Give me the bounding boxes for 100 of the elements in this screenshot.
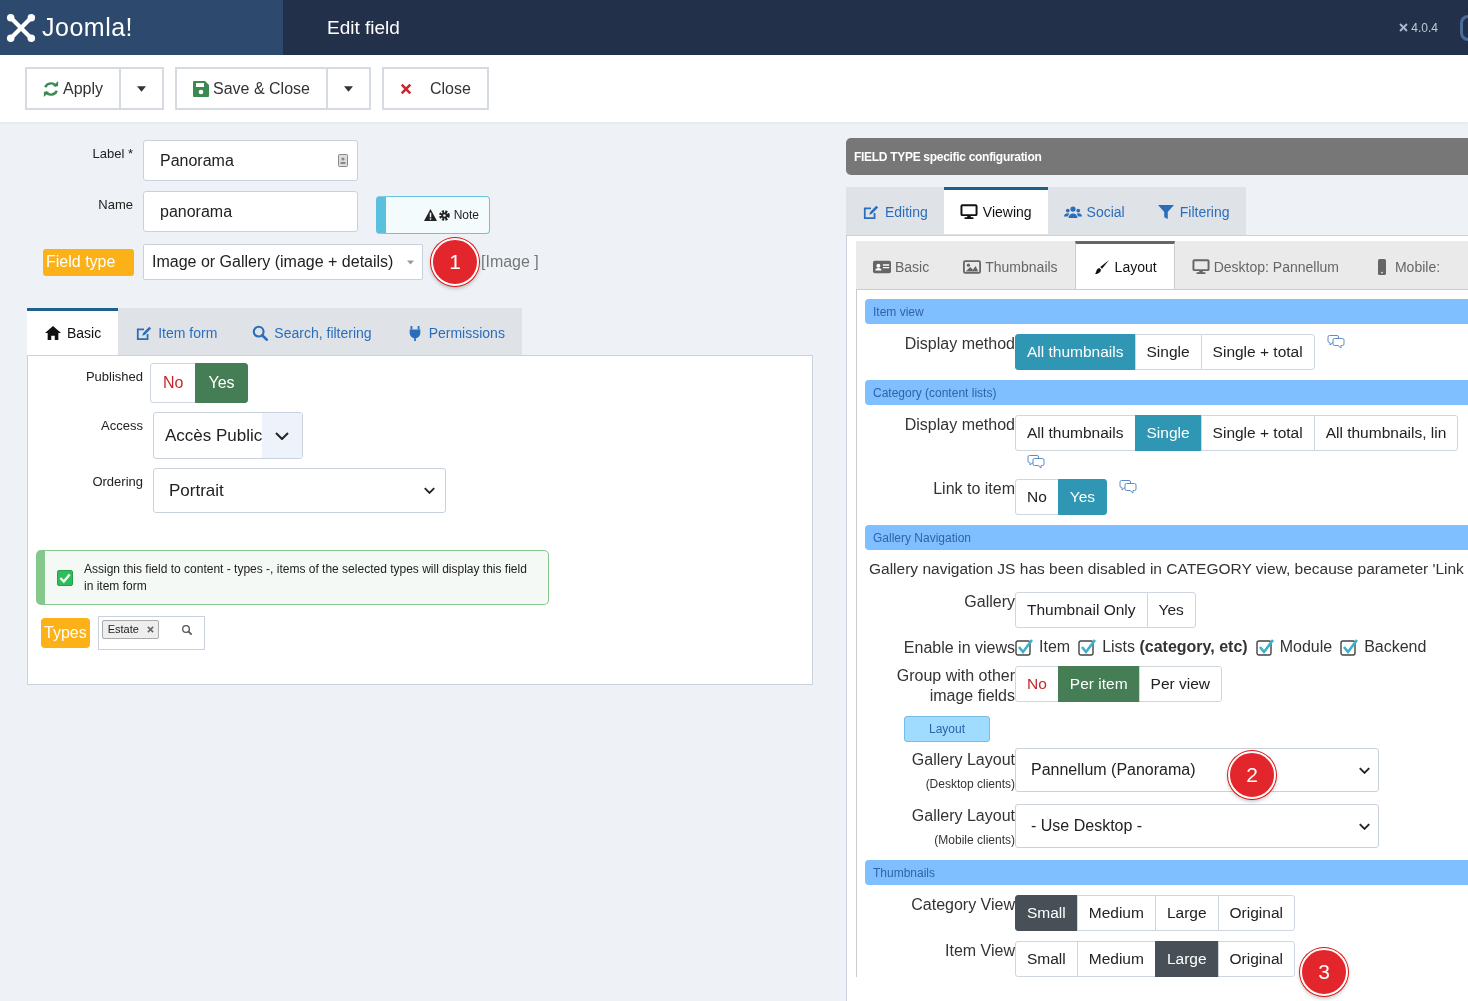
- field-sublabel: (Mobile clients): [934, 832, 1015, 849]
- checkbox-label: Item: [1039, 638, 1071, 656]
- field-label: Ordering: [91, 473, 143, 489]
- checkbox-label: Backend: [1364, 638, 1427, 656]
- toggle-option[interactable]: Per item: [1057, 666, 1140, 702]
- toggle-option[interactable]: Per view: [1138, 666, 1222, 702]
- version-label: 4.0.4: [1411, 20, 1438, 35]
- edit-icon: [862, 204, 880, 220]
- toggle-option[interactable]: Original: [1217, 895, 1295, 931]
- speech-bubbles-icon: [1027, 455, 1045, 469]
- text-field[interactable]: panorama: [143, 191, 358, 232]
- tag-input-field[interactable]: Estate: [97, 616, 205, 650]
- user-menu-icon[interactable]: [1460, 14, 1468, 41]
- tab[interactable]: Desktop: Pannellum: [1174, 241, 1356, 289]
- refresh-icon: [43, 80, 59, 97]
- search-icon[interactable]: [180, 624, 193, 636]
- toggle-option[interactable]: Large: [1154, 895, 1219, 931]
- toggle-option[interactable]: Large: [1154, 941, 1219, 977]
- types-badge: Types: [41, 618, 90, 648]
- checkbox[interactable]: [1015, 638, 1033, 656]
- text-field[interactable]: Panorama: [143, 140, 358, 181]
- close-icon: [399, 82, 412, 95]
- toolbar-button[interactable]: Close: [381, 67, 489, 110]
- field-type-badge: Field type: [43, 248, 134, 276]
- funnel-icon: [1156, 204, 1175, 220]
- notice-text: Assign this field to content - types -, items of the selected types will display this field in item form: [84, 560, 528, 595]
- tab[interactable]: Search, filtering: [234, 308, 389, 355]
- field-label: Gallery Layout: [911, 750, 1015, 770]
- tab[interactable]: Viewing: [943, 187, 1048, 234]
- section-header: Thumbnails: [865, 860, 1468, 885]
- tab[interactable]: Basic: [856, 241, 947, 289]
- toggle-option[interactable]: Yes: [195, 363, 248, 403]
- section-header: Category (content lists): [865, 380, 1468, 405]
- ordering-select[interactable]: Portrait: [153, 468, 446, 513]
- field-value: panorama: [160, 202, 233, 221]
- caret-icon: [343, 85, 353, 92]
- chevron-down-icon: [424, 487, 435, 494]
- toolbar-button[interactable]: Save & Close: [175, 67, 328, 110]
- tab[interactable]: Mobile:: [1355, 241, 1458, 289]
- logo-text: Joomla!: [42, 13, 134, 42]
- warning-gear-icon: [422, 208, 451, 222]
- monitor-icon: [1191, 258, 1210, 275]
- tab[interactable]: Item form: [118, 308, 235, 355]
- checkbox-label: Lists (category, etc): [1102, 638, 1248, 656]
- field-label: Display method: [903, 415, 1015, 435]
- checkbox-label: Module: [1279, 638, 1333, 656]
- chevron-down-icon: [1359, 822, 1370, 830]
- field-label: Gallery Layout: [911, 806, 1015, 826]
- checkbox[interactable]: [1255, 638, 1274, 656]
- layout-select[interactable]: - Use Desktop -: [1015, 804, 1379, 848]
- toggle-option[interactable]: All thumbnails, lin: [1313, 415, 1459, 451]
- toggle-option[interactable]: Yes: [1146, 592, 1196, 628]
- tab[interactable]: Filtering: [1140, 187, 1246, 234]
- toggle-option[interactable]: No: [1015, 666, 1059, 702]
- info-text: Gallery navigation JS has been disabled in CATEGORY view, because parameter 'Link: [869, 560, 1465, 578]
- toggle-option[interactable]: Medium: [1076, 895, 1156, 931]
- toggle-option[interactable]: Single + total: [1200, 334, 1315, 370]
- field-label: Enable in views: [902, 638, 1015, 658]
- tab[interactable]: Layout: [1074, 241, 1175, 289]
- subsection-label: Layout: [904, 716, 990, 742]
- toggle-option[interactable]: Thumbnail Only: [1015, 592, 1148, 628]
- toggle-option[interactable]: All thumbnails: [1015, 415, 1136, 451]
- field-value: Panorama: [160, 151, 234, 170]
- tab[interactable]: Editing: [846, 187, 944, 234]
- users-icon: [1063, 204, 1082, 220]
- checkbox[interactable]: [1340, 638, 1359, 656]
- toolbar-button[interactable]: Apply: [25, 67, 122, 110]
- toggle-option[interactable]: Medium: [1076, 941, 1156, 977]
- callout-marker: 1: [431, 238, 479, 286]
- toggle-option[interactable]: Original: [1217, 941, 1295, 977]
- checkbox[interactable]: [57, 569, 73, 586]
- access-select[interactable]: Accès Public: [153, 412, 303, 459]
- toggle-option[interactable]: Small: [1015, 941, 1078, 977]
- remove-icon[interactable]: [146, 625, 154, 633]
- dropdown-toggle[interactable]: [327, 67, 371, 110]
- field-label: Gallery: [963, 592, 1015, 612]
- tag-chip: Estate: [101, 620, 159, 639]
- toggle-option[interactable]: Small: [1015, 895, 1078, 931]
- tab[interactable]: Thumbnails: [946, 241, 1075, 289]
- toggle-option[interactable]: No: [150, 363, 197, 403]
- toggle-option[interactable]: No: [1015, 479, 1059, 515]
- tab[interactable]: Permissions: [388, 308, 522, 355]
- speech-bubbles-icon: [1326, 335, 1345, 349]
- joomla-logo-icon: [1398, 22, 1410, 33]
- joomla-logo-icon: [6, 12, 36, 43]
- field-label: Category View: [910, 895, 1015, 915]
- toggle-option[interactable]: Single: [1134, 334, 1202, 370]
- tab[interactable]: Social: [1047, 187, 1141, 234]
- tab[interactable]: Basic: [27, 308, 119, 355]
- checkbox[interactable]: [1078, 638, 1097, 656]
- field-type-select[interactable]: Image or Gallery (image + details): [143, 244, 423, 280]
- section-header: Gallery Navigation: [865, 525, 1468, 550]
- field-label: Item View: [944, 941, 1015, 961]
- chevron-down-icon: [275, 431, 290, 440]
- dropdown-toggle[interactable]: [121, 67, 165, 110]
- field-label: Link to item: [932, 479, 1015, 499]
- toggle-option[interactable]: Single + total: [1200, 415, 1315, 451]
- note-button[interactable]: Note: [376, 196, 490, 234]
- home-icon: [44, 325, 62, 341]
- id-card-icon: [873, 258, 891, 275]
